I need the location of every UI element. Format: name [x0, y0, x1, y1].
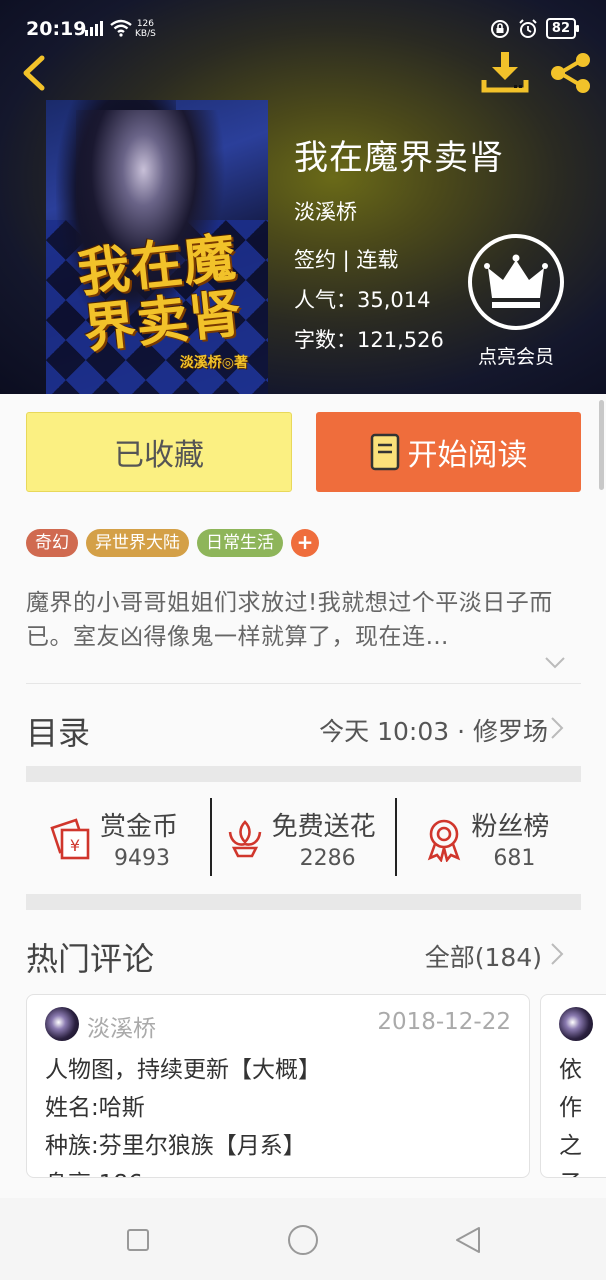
chevron-down-icon[interactable] [544, 656, 566, 670]
comment-author[interactable]: 淡溪桥 [87, 1009, 156, 1043]
back-button[interactable] [14, 52, 54, 94]
reward-coins-label: 赏金币 [100, 812, 179, 842]
fan-ranking-value: 681 [493, 846, 536, 871]
book-title: 我在魔界卖肾 [294, 138, 504, 178]
book-status: 签约 | 连载 [294, 248, 399, 272]
lock-rotation-icon [490, 19, 509, 38]
free-flowers-label: 免费送花 [271, 812, 376, 842]
svg-text:¥: ¥ [70, 836, 80, 855]
fan-ranking-label: 粉丝榜 [471, 812, 550, 842]
network-speed: 126 KB/S [135, 19, 156, 39]
alarm-icon [519, 18, 537, 38]
cover-title-art: 我在魔界卖肾 [74, 228, 246, 360]
home-button[interactable] [287, 1224, 319, 1256]
tag-other-world[interactable]: 异世界大陆 [86, 529, 189, 557]
book-detail-content: 已收藏 开始阅读 奇幻 异世界大陆 日常生活 + 魔界的小哥哥姐姐们求放过!我就… [0, 394, 606, 1198]
avatar[interactable] [45, 1007, 79, 1041]
section-divider [26, 894, 581, 910]
book-icon [370, 433, 399, 471]
scrollbar[interactable] [599, 400, 604, 490]
tag-daily-life[interactable]: 日常生活 [197, 529, 283, 557]
stats-row: ¥ 赏金币 9493 免费送花 2286 粉丝榜 681 [26, 798, 581, 876]
share-button[interactable] [548, 50, 594, 96]
toc-title[interactable]: 目录 [26, 708, 90, 754]
tag-list: 奇幻 异世界大陆 日常生活 + [26, 529, 319, 557]
flower-icon [228, 820, 261, 858]
add-tag-button[interactable]: + [291, 529, 319, 557]
reward-coins-value: 9493 [114, 846, 170, 871]
tag-fantasy[interactable]: 奇幻 [26, 529, 78, 557]
recent-apps-button[interactable] [126, 1228, 150, 1252]
start-reading-label: 开始阅读 [407, 438, 528, 473]
start-reading-button[interactable]: 开始阅读 [316, 412, 581, 492]
book-word-count: 字数：121,526 [294, 328, 444, 352]
book-cover[interactable]: 我在魔界卖肾 淡溪桥◎著 [46, 100, 268, 394]
divider [26, 683, 581, 684]
avatar[interactable] [559, 1007, 593, 1041]
book-description[interactable]: 魔界的小哥哥姐姐们求放过!我就想过个平淡日子而已。室友凶得像鬼一样就算了，现在连… [26, 586, 578, 654]
award-medal-icon [428, 819, 461, 862]
crown-icon [484, 254, 548, 308]
back-nav-button[interactable] [454, 1226, 482, 1254]
collected-button[interactable]: 已收藏 [26, 412, 292, 492]
book-popularity: 人气：35,014 [294, 288, 431, 312]
toc-latest-chapter[interactable]: 今天 10:03 · 修罗场 [319, 712, 548, 748]
comment-date: 2018-12-22 [377, 1009, 511, 1035]
wifi-icon [110, 19, 132, 37]
section-divider [26, 766, 581, 782]
chevron-right-icon[interactable] [550, 942, 564, 966]
red-envelope-icon: ¥ [50, 818, 90, 860]
battery-indicator: 82 [545, 18, 580, 39]
vip-button[interactable] [468, 234, 564, 330]
system-nav-bar [0, 1198, 606, 1280]
book-header: 20:19 126 KB/S 82 我在魔界卖肾 淡溪桥◎著 我在魔界卖肾 淡溪… [0, 0, 606, 394]
free-flowers[interactable]: 免费送花 2286 [209, 798, 396, 876]
status-time: 20:19 [26, 18, 87, 40]
reward-coins[interactable]: ¥ 赏金币 9493 [26, 798, 210, 876]
signal-icon [85, 21, 103, 36]
download-button[interactable] [480, 50, 530, 96]
vip-label[interactable]: 点亮会员 [468, 342, 564, 369]
comment-body: 人物图，持续更新【大概】 姓名:哈斯 种族:芬里尔狼族【月系】 身高:186 [45, 1057, 321, 1177]
comment-card[interactable]: 依 作 之 子 [540, 994, 606, 1178]
chevron-right-icon[interactable] [550, 716, 564, 740]
cover-author-art: 淡溪桥◎著 [179, 355, 248, 371]
all-comments-link[interactable]: 全部(184) [425, 938, 542, 974]
comment-body: 依 作 之 子 [559, 1057, 582, 1177]
hot-comments-title: 热门评论 [26, 940, 155, 978]
comment-card[interactable]: 淡溪桥 2018-12-22 人物图，持续更新【大概】 姓名:哈斯 种族:芬里尔… [26, 994, 530, 1178]
book-author[interactable]: 淡溪桥 [294, 196, 357, 226]
free-flowers-value: 2286 [299, 846, 356, 871]
fan-ranking[interactable]: 粉丝榜 681 [395, 798, 581, 876]
